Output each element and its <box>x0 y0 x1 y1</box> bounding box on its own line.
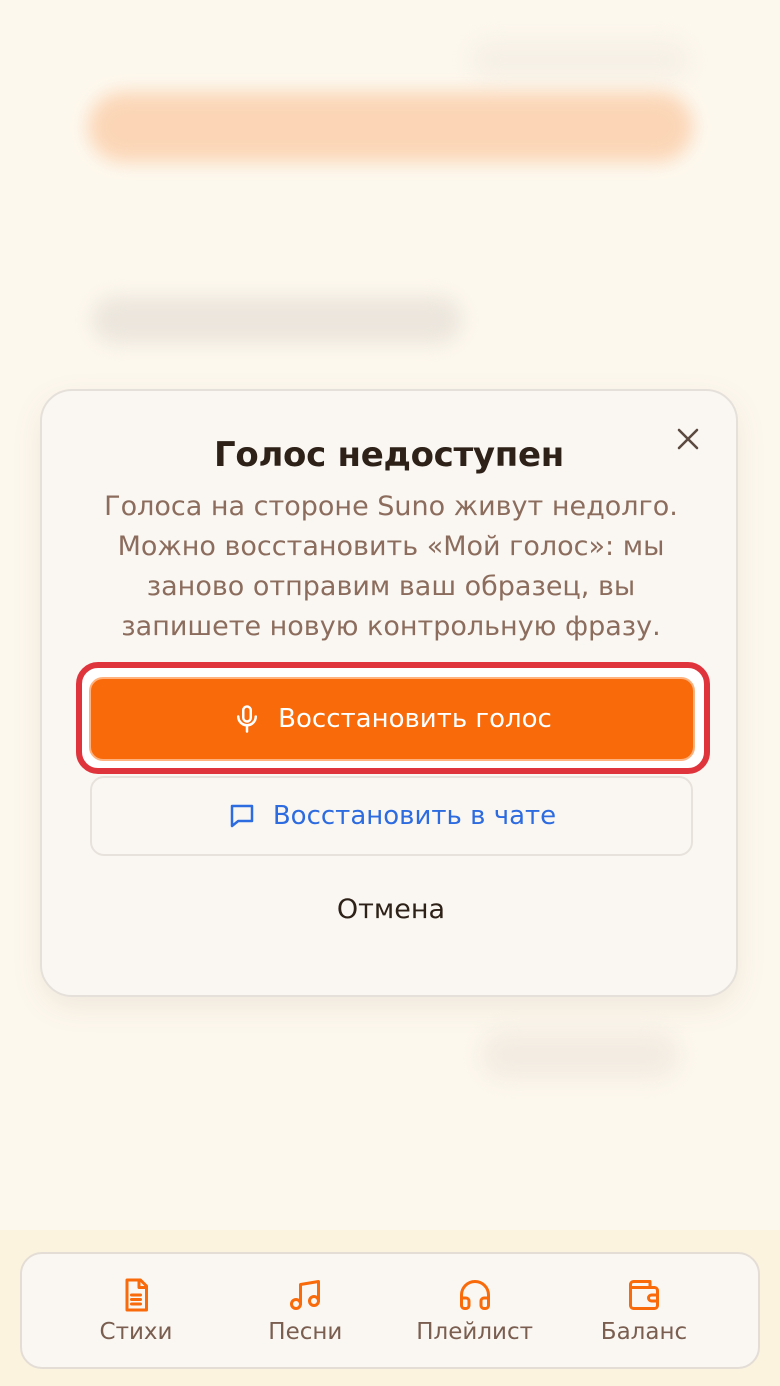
cancel-button[interactable]: Отмена <box>282 881 500 937</box>
bottom-navigation: Стихи Песни Плейлист Баланс <box>20 1252 760 1369</box>
restore-voice-label: Восстановить голос <box>278 704 552 734</box>
dialog-title: Голос недоступен <box>214 435 564 475</box>
wallet-icon <box>626 1277 662 1313</box>
microphone-icon <box>232 704 262 734</box>
nav-label: Стихи <box>99 1318 173 1345</box>
restore-in-chat-button[interactable]: Восстановить в чате <box>90 776 693 856</box>
restore-in-chat-label: Восстановить в чате <box>272 801 557 831</box>
blurred-shape <box>470 40 690 80</box>
nav-label: Баланс <box>600 1318 688 1345</box>
blurred-shape <box>480 1030 680 1080</box>
chat-icon <box>227 801 257 831</box>
blurred-text <box>92 296 462 344</box>
nav-item-playlist[interactable]: Плейлист <box>401 1263 549 1359</box>
document-icon <box>118 1277 154 1313</box>
blurred-banner <box>88 92 693 162</box>
dialog-description: Голоса на стороне Suno живут недолго. Мо… <box>104 491 678 642</box>
nav-item-songs[interactable]: Песни <box>231 1263 379 1359</box>
nav-item-lyrics[interactable]: Стихи <box>62 1263 210 1359</box>
music-note-icon <box>287 1277 323 1313</box>
nav-label: Песни <box>268 1318 343 1345</box>
voice-unavailable-dialog: Голос недоступен Голоса на стороне Suno … <box>40 389 738 997</box>
nav-item-balance[interactable]: Баланс <box>570 1263 718 1359</box>
cancel-label: Отмена <box>336 893 446 925</box>
headphones-icon <box>457 1277 493 1313</box>
nav-label: Плейлист <box>416 1318 534 1345</box>
restore-voice-button[interactable]: Восстановить голос <box>89 677 695 761</box>
